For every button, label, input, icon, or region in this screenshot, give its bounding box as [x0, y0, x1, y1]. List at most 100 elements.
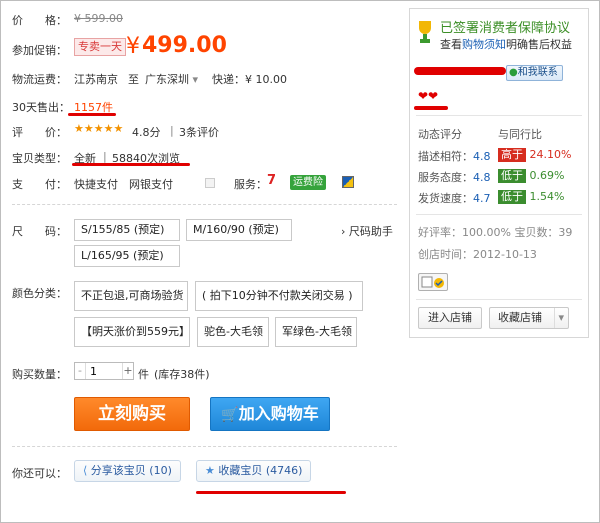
- sales-underline: [68, 113, 116, 116]
- quantity-plus-button[interactable]: +: [122, 363, 133, 379]
- chevron-down-icon[interactable]: ▾: [554, 308, 564, 328]
- rating-divider: |: [170, 124, 174, 137]
- cart-icon: 🛒: [221, 407, 239, 423]
- quantity-minus-button[interactable]: -: [75, 363, 86, 379]
- rating-service-score: 4.8: [473, 171, 491, 184]
- price-label: 价 格：: [12, 14, 67, 27]
- shop-created: 创店时间：2012-10-13: [418, 248, 537, 261]
- favorite-item-label: 收藏宝贝 (4746): [218, 464, 303, 477]
- payment-label: 支 付：: [12, 178, 67, 191]
- rating-shipping-name: 发货速度：: [418, 192, 473, 205]
- ship-from: 江苏南京: [74, 73, 118, 86]
- views-underline: [72, 163, 190, 166]
- seller-hearts: ❤❤: [418, 89, 439, 103]
- rating-service-compare: 低于 0.69%: [498, 169, 564, 183]
- credential-icon: [418, 273, 448, 291]
- rating-description-compare: 高于 24.10%: [498, 148, 571, 162]
- rating-shipping-compare: 低于 1.54%: [498, 190, 564, 204]
- seller-divider-2: [416, 214, 582, 215]
- share-label: 你还可以：: [12, 467, 67, 480]
- seven-day-icon: 7: [267, 173, 277, 188]
- original-price: ¥ 599.00: [74, 12, 123, 25]
- rating-service-name: 服务态度：: [418, 171, 473, 184]
- guarantee-title: 已签署消费者保障协议: [440, 21, 571, 36]
- redacted-seller-name: [414, 67, 506, 75]
- favorite-shop-button[interactable]: 收藏店铺 ▾: [489, 307, 569, 329]
- rating-stars: ★★★★★: [74, 122, 124, 135]
- guarantee-link[interactable]: 购物须知: [462, 38, 506, 51]
- rating-service-pct: 0.69%: [529, 169, 565, 182]
- color-option-1[interactable]: 不正包退,可商场验货: [74, 281, 188, 311]
- rating-shipping-row: 发货速度：4.7: [418, 190, 491, 206]
- guarantee-subtitle: 查看购物须知明确售后权益: [440, 36, 572, 52]
- hearts-underline: [414, 106, 448, 110]
- add-to-cart-label: 加入购物车: [238, 404, 319, 423]
- color-option-2[interactable]: ( 拍下10分钟不付款关闭交易 ): [195, 281, 363, 311]
- shipping-insurance-badge: 运费险: [290, 175, 326, 190]
- promo-label: 参加促销：: [12, 44, 67, 57]
- ship-to: 广东深圳: [145, 73, 189, 86]
- size-option-m[interactable]: M/160/90 (预定): [186, 219, 292, 241]
- favorite-shop-label: 收藏店铺: [498, 311, 542, 324]
- rating-service-badge: 低于: [498, 169, 526, 183]
- buy-now-button[interactable]: 立刻购买: [74, 397, 190, 431]
- favorite-item-button[interactable]: ★ 收藏宝贝 (4746): [196, 460, 312, 482]
- share-button[interactable]: ⟨ 分享该宝贝 (10): [74, 460, 181, 482]
- contact-seller-label: 和我联系: [517, 67, 558, 78]
- rating-description-badge: 高于: [498, 148, 526, 162]
- size-option-s[interactable]: S/155/85 (预定): [74, 219, 180, 241]
- favorite-underline: [196, 491, 346, 494]
- seller-divider-3: [416, 299, 582, 300]
- seller-divider-1: [416, 115, 582, 116]
- good-rate: 好评率：100.00% 宝贝数：39: [418, 226, 573, 239]
- contact-seller-button[interactable]: ●和我联系: [506, 65, 563, 81]
- add-to-cart-button[interactable]: 🛒加入购物车: [210, 397, 330, 431]
- payment-methods: 快捷支付 网银支付: [74, 178, 173, 191]
- divider-1: [12, 204, 397, 205]
- guarantee-suffix: 明确售后权益: [506, 38, 572, 51]
- promo-price: 499.00: [142, 33, 227, 58]
- ship-separator: 至: [128, 73, 139, 86]
- service-label: 服务：: [234, 178, 267, 191]
- size-option-l[interactable]: L/165/95 (预定): [74, 245, 180, 267]
- share-icon: ⟨: [83, 464, 91, 477]
- size-helper-link[interactable]: › 尺码助手: [341, 223, 393, 239]
- chevron-right-icon: ›: [341, 225, 349, 238]
- size-label: 尺 码：: [12, 225, 67, 238]
- enter-shop-button[interactable]: 进入店铺: [418, 307, 482, 329]
- condition-divider: |: [103, 150, 107, 163]
- color-option-4[interactable]: 驼色-大毛领: [197, 317, 269, 347]
- rating-description-pct: 24.10%: [529, 148, 572, 161]
- ship-to-select[interactable]: 广东深圳 ▾: [145, 71, 198, 87]
- condition-label: 宝贝类型：: [12, 152, 67, 165]
- quantity-unit: 件: [138, 368, 149, 381]
- share-button-label: 分享该宝贝 (10): [90, 464, 172, 477]
- star-icon: ★: [205, 464, 219, 477]
- quantity-input[interactable]: [87, 363, 121, 379]
- color-label: 颜色分类：: [12, 287, 67, 300]
- rating-description-score: 4.8: [473, 150, 491, 163]
- chat-icon: ●: [509, 67, 518, 78]
- rating-shipping-pct: 1.54%: [529, 190, 565, 203]
- promo-tag: 专卖一天: [74, 38, 126, 56]
- trophy-icon: [416, 19, 434, 45]
- rating-description-name: 描述相符：: [418, 150, 473, 163]
- color-option-5[interactable]: 军绿色-大毛领: [275, 317, 357, 347]
- rating-label: 评 价：: [12, 126, 67, 139]
- review-count-link[interactable]: 3条评价: [179, 124, 219, 140]
- divider-2: [12, 446, 397, 447]
- quantity-stepper: - +: [74, 362, 134, 380]
- compare-label: 与同行比: [498, 128, 542, 141]
- size-helper-label: 尺码助手: [348, 225, 393, 238]
- rating-score: 4.8分: [132, 126, 161, 139]
- stock-count: (库存38件): [154, 368, 210, 381]
- color-option-3[interactable]: 【明天涨价到559元】: [74, 317, 190, 347]
- sales-label: 30天售出：: [12, 101, 70, 114]
- rating-shipping-badge: 低于: [498, 190, 526, 204]
- dynamic-score-label: 动态评分: [418, 128, 462, 141]
- shipping-label: 物流运费：: [12, 73, 67, 86]
- more-payment-icon[interactable]: [205, 178, 215, 188]
- rating-shipping-score: 4.7: [473, 192, 491, 205]
- guarantee-prefix: 查看: [440, 38, 462, 51]
- ship-method: 快递：¥ 10.00: [212, 73, 287, 86]
